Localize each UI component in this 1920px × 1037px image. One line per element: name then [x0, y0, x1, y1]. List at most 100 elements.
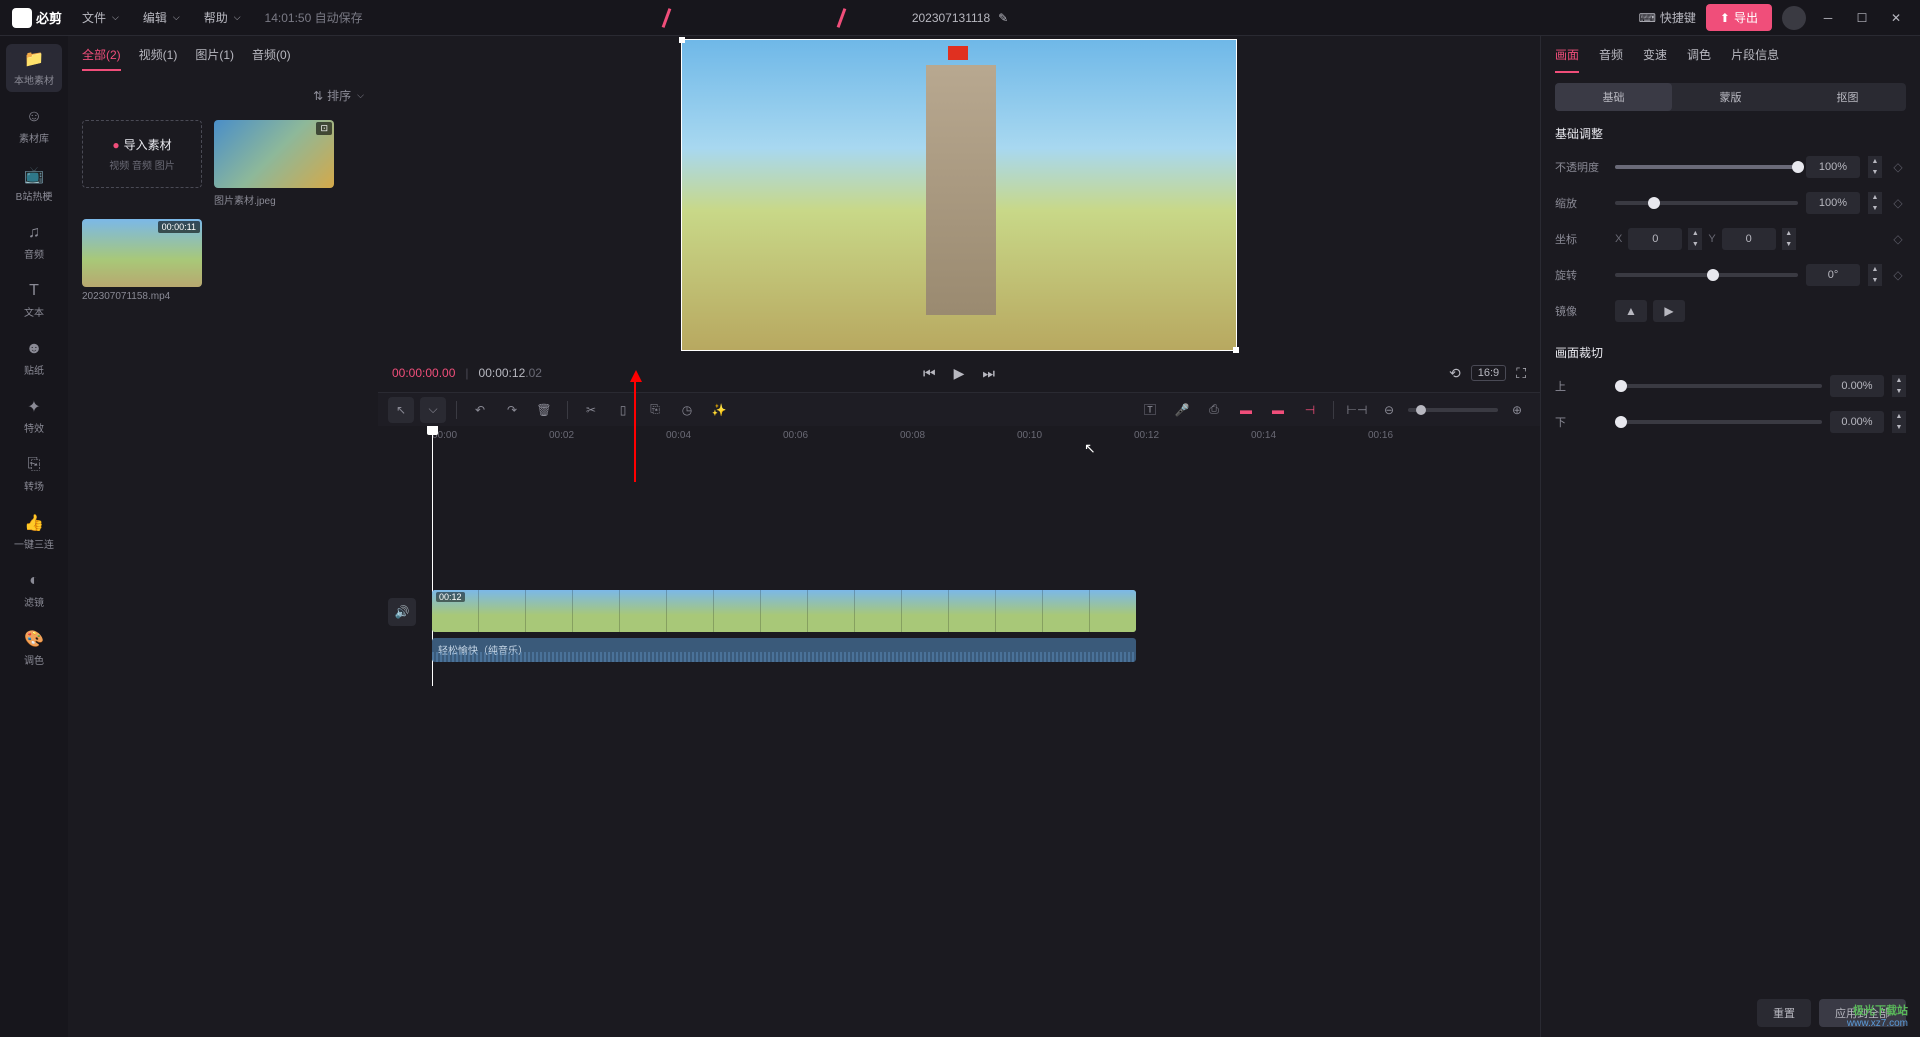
keyframe-icon[interactable]: ◇: [1890, 195, 1906, 211]
zoom-slider[interactable]: [1408, 408, 1498, 412]
magnet-icon[interactable]: ⊢⊣: [1344, 397, 1370, 423]
stepper-up[interactable]: ▲: [1868, 264, 1882, 275]
user-avatar[interactable]: [1782, 6, 1806, 30]
sidebar-item-audio[interactable]: ♫音频: [6, 218, 62, 266]
close-icon[interactable]: ✕: [1884, 6, 1908, 30]
speed-button[interactable]: ◷: [674, 397, 700, 423]
keyframe-icon[interactable]: ◇: [1890, 231, 1906, 247]
rotation-value[interactable]: 0°: [1806, 264, 1860, 286]
undo-button[interactable]: ↶: [467, 397, 493, 423]
keyframe-icon[interactable]: ◇: [1890, 267, 1906, 283]
sidebar-item-local[interactable]: 📁本地素材: [6, 44, 62, 92]
snap-toggle-3[interactable]: ⊣: [1297, 397, 1323, 423]
tab-picture[interactable]: 画面: [1555, 46, 1579, 73]
sidebar-item-color[interactable]: 🎨调色: [6, 624, 62, 672]
zoom-out-icon[interactable]: ⊖: [1376, 397, 1402, 423]
sidebar-item-filter[interactable]: ◐滤镜: [6, 566, 62, 614]
tab-speed[interactable]: 变速: [1643, 46, 1667, 73]
preview-out-icon[interactable]: ⎙: [1201, 397, 1227, 423]
redo-button[interactable]: ↷: [499, 397, 525, 423]
media-item[interactable]: ⊡ 图片素材.jpeg: [214, 120, 334, 207]
fullscreen-icon[interactable]: ⛶: [1516, 365, 1526, 382]
aspect-ratio[interactable]: 16:9: [1471, 365, 1506, 381]
tab-info[interactable]: 片段信息: [1731, 46, 1779, 73]
sidebar-item-effect[interactable]: ✦特效: [6, 392, 62, 440]
crop-button[interactable]: ▯: [610, 397, 636, 423]
tool-dropdown[interactable]: ⌵: [420, 397, 446, 423]
sidebar-item-text[interactable]: T文本: [6, 276, 62, 324]
stepper-down[interactable]: ▼: [1688, 239, 1702, 250]
snap-toggle-2[interactable]: ▬: [1265, 397, 1291, 423]
reset-button[interactable]: 重置: [1757, 999, 1811, 1027]
stepper-up[interactable]: ▲: [1868, 156, 1882, 167]
maximize-icon[interactable]: ☐: [1850, 6, 1874, 30]
stepper-up[interactable]: ▲: [1892, 375, 1906, 386]
timeline[interactable]: 00:00 00:02 00:04 00:06 00:08 00:10 00:1…: [378, 426, 1540, 1037]
stepper-down[interactable]: ▼: [1868, 275, 1882, 286]
loop-icon[interactable]: ⟲: [1449, 365, 1461, 382]
video-frame[interactable]: [681, 39, 1237, 351]
next-frame-button[interactable]: ⏭: [982, 365, 995, 382]
sidebar-item-library[interactable]: ☺素材库: [6, 102, 62, 150]
crop-top-value[interactable]: 0.00%: [1830, 375, 1884, 397]
sidebar-item-hot[interactable]: 📺B站热梗: [6, 160, 62, 208]
crop-bottom-slider[interactable]: [1615, 420, 1822, 424]
keyframe-icon[interactable]: ◇: [1890, 159, 1906, 175]
tab-image[interactable]: 图片(1): [195, 46, 234, 71]
position-x-input[interactable]: 0: [1628, 228, 1682, 250]
audio-clip[interactable]: 轻松愉快（纯音乐）: [432, 638, 1136, 662]
preview-canvas[interactable]: [378, 36, 1540, 354]
stepper-up[interactable]: ▲: [1868, 192, 1882, 203]
media-item[interactable]: 00:00:11 202307071158.mp4: [82, 219, 202, 302]
position-y-input[interactable]: 0: [1722, 228, 1776, 250]
subtab-basic[interactable]: 基础: [1555, 83, 1672, 111]
split-button[interactable]: ✂: [578, 397, 604, 423]
shortcut-button[interactable]: ⌨ 快捷键: [1639, 9, 1696, 26]
tab-color[interactable]: 调色: [1687, 46, 1711, 73]
menu-help[interactable]: 帮助: [204, 9, 241, 26]
menu-edit[interactable]: 编辑: [143, 9, 180, 26]
stepper-down[interactable]: ▼: [1868, 167, 1882, 178]
video-clip[interactable]: 00:12: [432, 590, 1136, 632]
stepper-down[interactable]: ▼: [1892, 386, 1906, 397]
minimize-icon[interactable]: ─: [1816, 6, 1840, 30]
crop-bottom-value[interactable]: 0.00%: [1830, 411, 1884, 433]
subtab-mask[interactable]: 蒙版: [1672, 83, 1789, 111]
stepper-down[interactable]: ▼: [1868, 203, 1882, 214]
tab-video[interactable]: 视频(1): [139, 46, 178, 71]
mirror-horizontal-button[interactable]: ▲: [1615, 300, 1647, 322]
snap-toggle-1[interactable]: ▬: [1233, 397, 1259, 423]
stepper-down[interactable]: ▼: [1892, 422, 1906, 433]
opacity-slider[interactable]: [1615, 165, 1798, 169]
pointer-tool[interactable]: ↖: [388, 397, 414, 423]
subtab-cutout[interactable]: 抠图: [1789, 83, 1906, 111]
magic-button[interactable]: ✨: [706, 397, 732, 423]
mirror-vertical-button[interactable]: ▶: [1653, 300, 1685, 322]
record-icon[interactable]: 🎤: [1169, 397, 1195, 423]
export-button[interactable]: ⬆ 导出: [1706, 4, 1772, 31]
sidebar-item-sticker[interactable]: ☻贴纸: [6, 334, 62, 382]
sort-button[interactable]: ⇅ 排序: [313, 87, 364, 104]
stepper-up[interactable]: ▲: [1782, 228, 1796, 239]
tab-all[interactable]: 全部(2): [82, 46, 121, 71]
zoom-in-icon[interactable]: ⊕: [1504, 397, 1530, 423]
opacity-value[interactable]: 100%: [1806, 156, 1860, 178]
prev-frame-button[interactable]: ⏮: [923, 365, 936, 382]
crop-top-slider[interactable]: [1615, 384, 1822, 388]
mute-track-button[interactable]: 🔊: [388, 598, 416, 626]
rotation-slider[interactable]: [1615, 273, 1798, 277]
sidebar-item-combo[interactable]: 👍一键三连: [6, 508, 62, 556]
edit-title-icon[interactable]: ✎: [998, 11, 1008, 25]
menu-file[interactable]: 文件: [82, 9, 119, 26]
caption-button[interactable]: 🅃: [1137, 397, 1163, 423]
delete-button[interactable]: 🗑: [531, 397, 557, 423]
stepper-up[interactable]: ▲: [1892, 411, 1906, 422]
scale-value[interactable]: 100%: [1806, 192, 1860, 214]
stepper-down[interactable]: ▼: [1782, 239, 1796, 250]
stepper-up[interactable]: ▲: [1688, 228, 1702, 239]
sidebar-item-transition[interactable]: ⎘转场: [6, 450, 62, 498]
play-button[interactable]: ▶: [954, 365, 965, 382]
import-media-button[interactable]: ● 导入素材 视频 音频 图片: [82, 120, 202, 188]
freeze-button[interactable]: ⎘: [642, 397, 668, 423]
scale-slider[interactable]: [1615, 201, 1798, 205]
